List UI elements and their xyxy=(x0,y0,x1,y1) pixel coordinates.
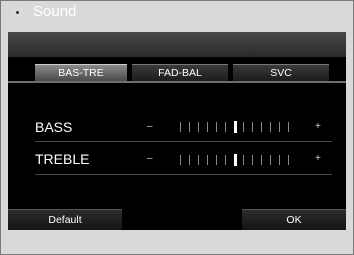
level-tick xyxy=(243,122,244,132)
bass-label: BASS xyxy=(35,119,73,135)
level-tick xyxy=(270,155,271,165)
level-tick xyxy=(180,155,181,165)
tab-fad-bal[interactable]: FAD-BAL xyxy=(132,64,228,81)
tab-divider xyxy=(8,81,346,83)
bass-level-slider[interactable] xyxy=(180,121,290,133)
divider xyxy=(35,174,332,175)
level-indicator xyxy=(234,154,237,166)
level-tick xyxy=(207,155,208,165)
tab-svc[interactable]: SVC xyxy=(233,64,329,81)
level-tick xyxy=(225,155,226,165)
level-tick xyxy=(189,155,190,165)
level-tick xyxy=(279,155,280,165)
level-tick xyxy=(198,122,199,132)
bass-minus-button[interactable]: – xyxy=(147,121,153,132)
default-button[interactable]: Default xyxy=(8,209,122,230)
gear-icon xyxy=(11,6,24,19)
level-tick xyxy=(252,155,253,165)
treble-plus-button[interactable]: + xyxy=(315,153,321,164)
level-tick xyxy=(261,122,262,132)
level-tick xyxy=(288,122,289,132)
treble-level-slider[interactable] xyxy=(180,154,290,166)
level-tick xyxy=(180,122,181,132)
level-tick xyxy=(225,122,226,132)
title-bar xyxy=(8,32,346,57)
level-tick xyxy=(288,155,289,165)
page-title: Sound xyxy=(33,3,77,20)
level-tick xyxy=(261,155,262,165)
treble-label: TREBLE xyxy=(35,151,90,167)
divider xyxy=(35,141,332,142)
level-tick xyxy=(198,155,199,165)
level-tick xyxy=(279,122,280,132)
level-tick xyxy=(252,122,253,132)
level-tick xyxy=(216,122,217,132)
bass-plus-button[interactable]: + xyxy=(315,121,321,132)
level-tick xyxy=(216,155,217,165)
treble-minus-button[interactable]: – xyxy=(147,153,153,164)
tab-bas-tre[interactable]: BAS-TRE xyxy=(35,64,127,81)
level-indicator xyxy=(234,121,237,133)
ok-button[interactable]: OK xyxy=(242,209,346,230)
level-tick xyxy=(207,122,208,132)
level-tick xyxy=(243,155,244,165)
level-tick xyxy=(189,122,190,132)
level-tick xyxy=(270,122,271,132)
